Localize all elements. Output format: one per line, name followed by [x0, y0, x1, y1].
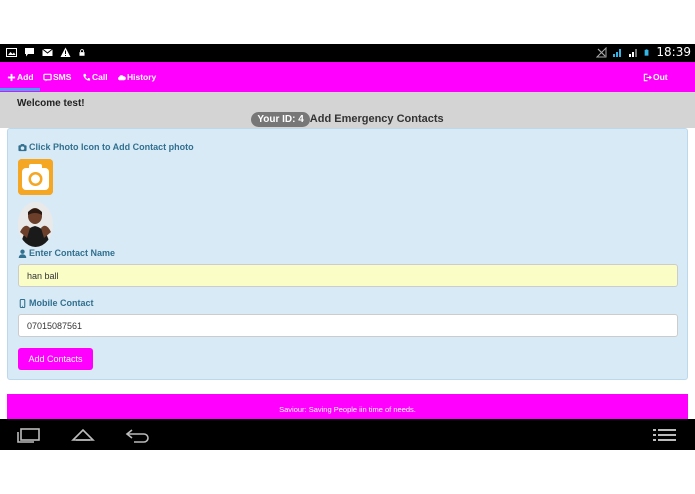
menu-icon[interactable] [652, 427, 678, 443]
active-tab-indicator [0, 88, 40, 91]
app-frame: 18:39 Add SMS Call History Out Welcome t… [0, 0, 695, 494]
nav-item-call-label: Call [92, 72, 108, 82]
page-footer: Saviour: Saving People iin time of needs… [7, 394, 688, 419]
phone-icon [83, 73, 91, 81]
photo-label-text: Click Photo Icon to Add Contact photo [29, 142, 194, 152]
contact-name-label-text: Enter Contact Name [29, 248, 116, 258]
mail-icon [42, 48, 53, 56]
cell-signal-icon [629, 48, 638, 57]
cloud-icon [118, 74, 126, 80]
nav-item-history[interactable]: History [117, 72, 156, 82]
nav-item-sms[interactable]: SMS [43, 72, 71, 82]
logout-label: Out [653, 72, 668, 82]
sms-icon [43, 73, 52, 82]
contact-form-panel: Click Photo Icon to Add Contact photo En… [7, 128, 688, 380]
camera-glyph-icon [18, 159, 53, 195]
recent-apps-icon[interactable] [16, 427, 42, 443]
status-bar-time: 18:39 [656, 45, 691, 59]
welcome-bar: Welcome test! Your ID: 4 Add Emergency Co… [0, 92, 695, 128]
user-icon [18, 249, 27, 258]
home-icon[interactable] [70, 427, 96, 443]
wifi-signal-icon [613, 48, 622, 57]
mobile-contact-input[interactable]: 07015087561 [18, 314, 678, 337]
logout-button[interactable]: Out [643, 72, 668, 82]
battery-icon [645, 48, 649, 56]
nav-item-sms-label: SMS [53, 72, 72, 82]
status-bar-notifications [6, 47, 86, 58]
contact-photo-avatar[interactable] [18, 202, 53, 247]
nav-item-call[interactable]: Call [82, 72, 108, 82]
add-contacts-button[interactable]: Add Contacts [18, 348, 93, 370]
contact-name-label: Enter Contact Name [18, 248, 115, 258]
photo-label: Click Photo Icon to Add Contact photo [18, 142, 194, 152]
person-photo-icon [18, 202, 53, 247]
page-title: Add Emergency Contacts [309, 113, 444, 125]
image-icon [6, 48, 17, 57]
nav-item-add[interactable]: Add [7, 72, 34, 82]
status-bar: 18:39 [0, 44, 695, 62]
chat-icon [25, 48, 34, 57]
mobile-phone-icon [19, 298, 26, 308]
page-title-row: Your ID: 4 Add Emergency Contacts [0, 112, 695, 127]
nav-item-add-label: Add [17, 72, 34, 82]
warning-icon [60, 47, 71, 57]
top-navbar: Add SMS Call History Out [0, 62, 695, 92]
back-icon[interactable] [124, 427, 152, 443]
status-bar-system: 18:39 [596, 45, 691, 59]
lock-icon [79, 49, 85, 56]
logout-icon [643, 73, 652, 81]
mobile-contact-label: Mobile Contact [18, 298, 94, 308]
contact-name-input[interactable]: han ball [18, 264, 678, 287]
welcome-text: Welcome test! [17, 98, 85, 109]
camera-icon [18, 143, 27, 151]
plus-icon [7, 73, 16, 81]
system-nav-bar [0, 419, 695, 450]
user-id-badge: Your ID: 4 [251, 112, 310, 127]
nav-item-history-label: History [127, 72, 157, 82]
mobile-contact-label-text: Mobile Contact [29, 298, 94, 308]
add-photo-camera-icon[interactable] [18, 159, 53, 195]
signal-off-icon [596, 46, 607, 57]
